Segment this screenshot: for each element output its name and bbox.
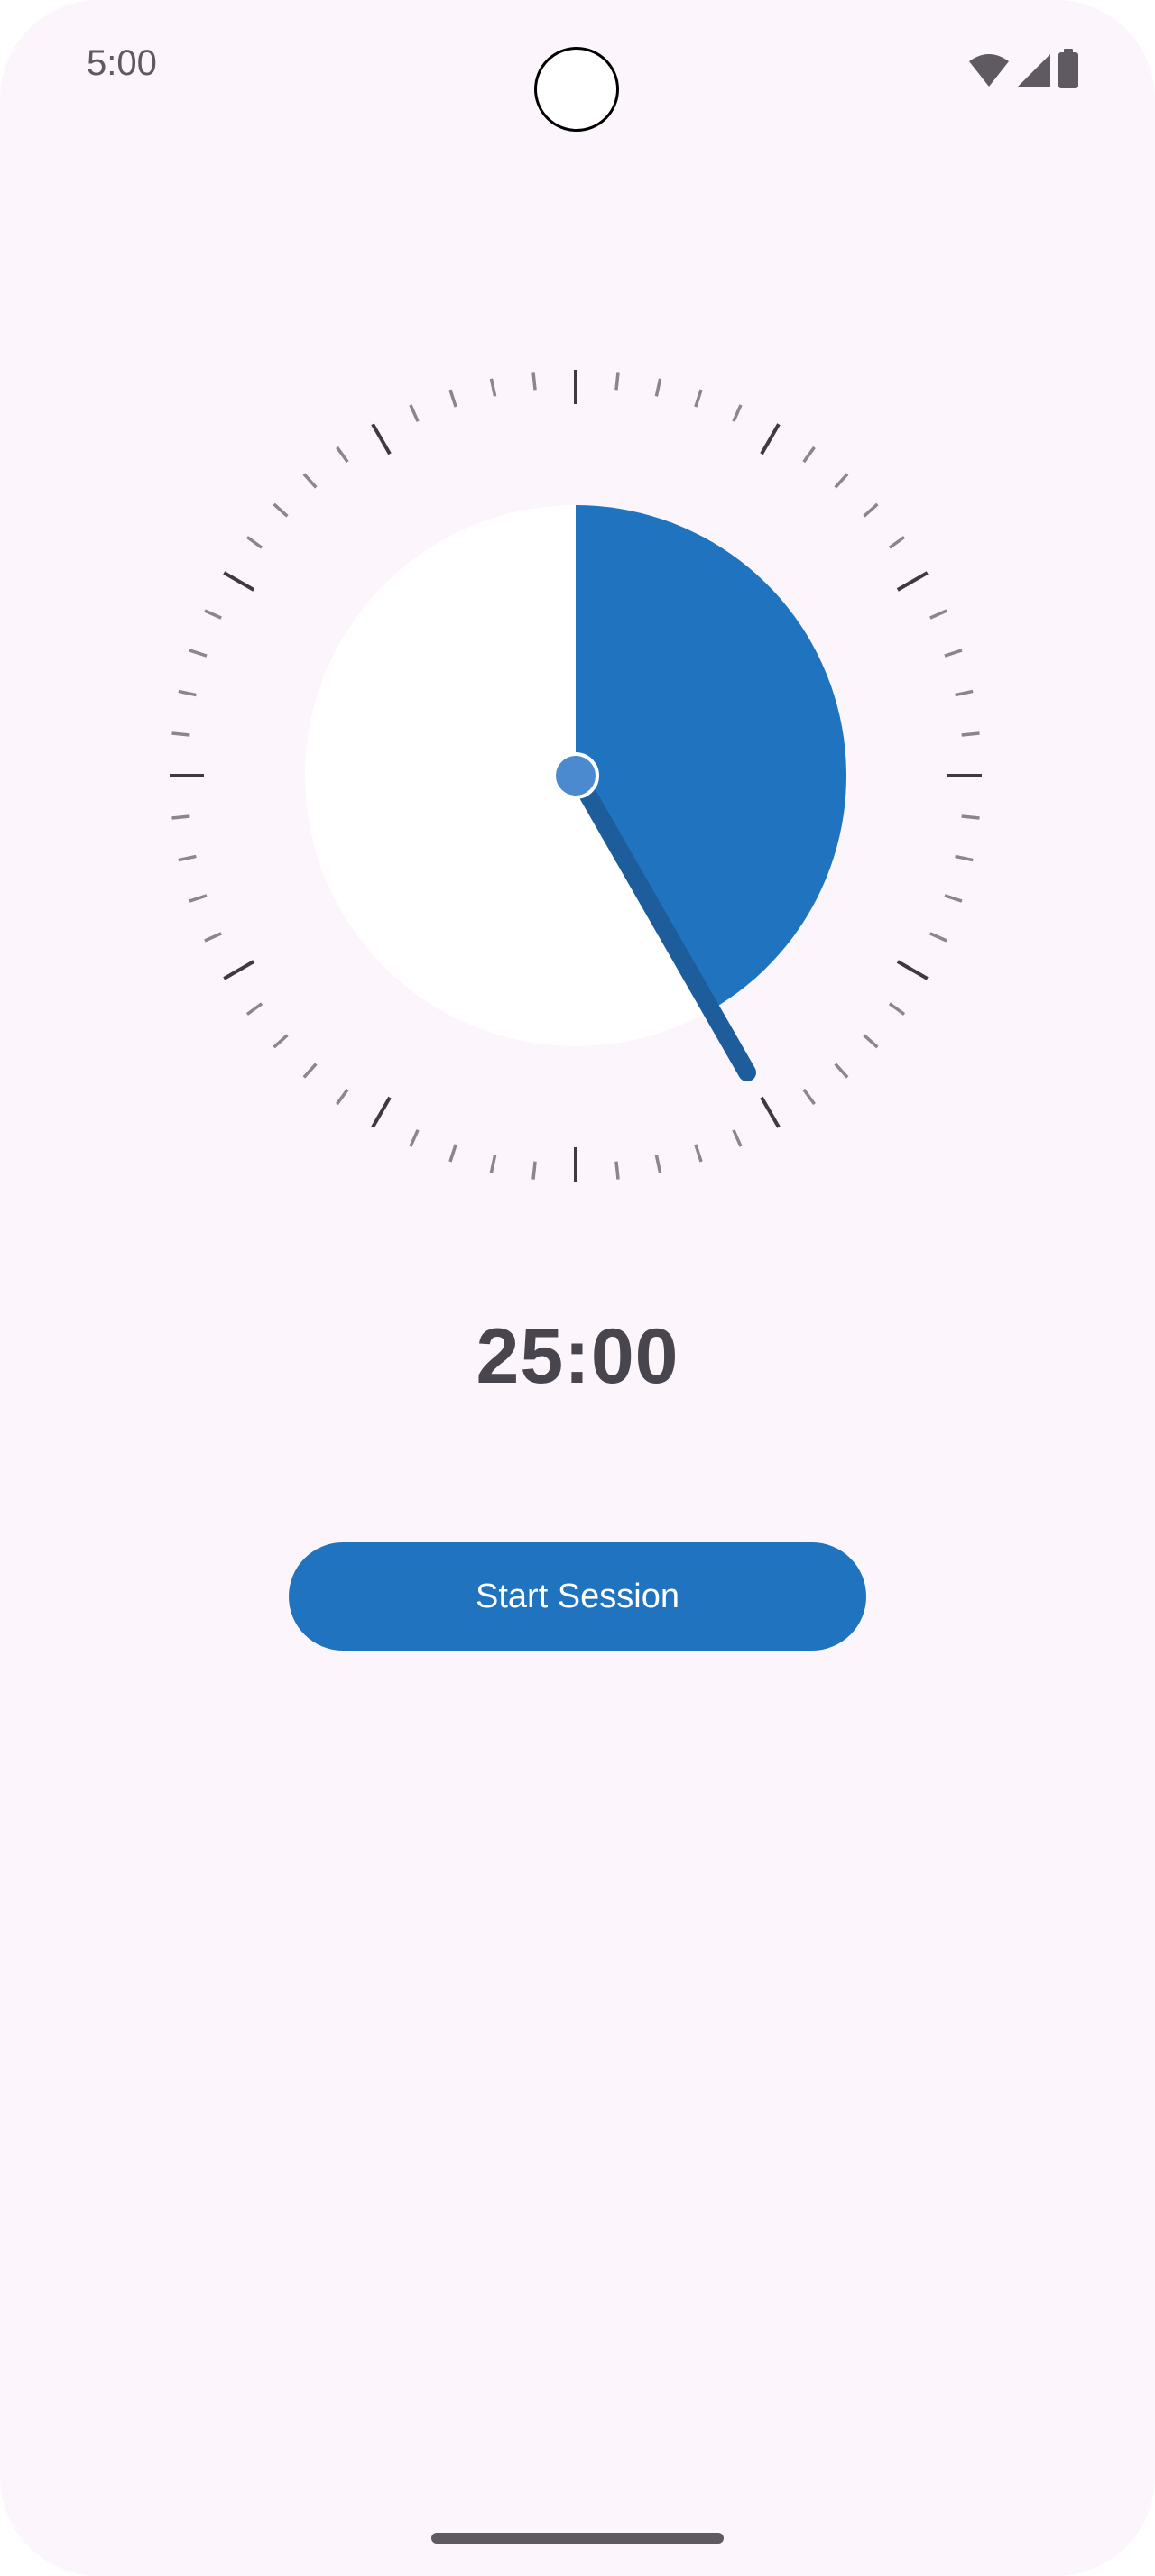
dial-major-tick [223,571,255,592]
dial-minor-tick [955,854,974,862]
dial-minor-tick [732,404,743,422]
dial-minor-tick [654,1155,662,1173]
dial-minor-tick [273,502,289,518]
dial-minor-tick [489,378,497,397]
dial-minor-tick [694,1144,703,1163]
dial-minor-tick [245,1002,263,1016]
dial-minor-tick [531,372,537,391]
dial-minor-tick [489,1155,497,1173]
dial-minor-tick [929,932,947,943]
dial-minor-tick [171,814,190,820]
dial-minor-tick [336,1088,349,1106]
dial-minor-tick [654,378,662,397]
dial-minor-tick [204,932,222,943]
dial-minor-tick [944,894,963,903]
dial-minor-tick [409,404,420,422]
dial-minor-tick [614,1161,620,1180]
dial-minor-tick [955,689,974,697]
dial-minor-tick [273,1034,289,1049]
phone-screen: 5:00 25:00 Start Session [0,0,1155,2576]
dial-minor-tick [961,731,980,737]
dial-minor-tick [178,854,197,862]
dial-major-tick [760,1096,781,1128]
dial-minor-tick [178,689,197,697]
dial-minor-tick [802,1088,816,1106]
dial-major-tick [371,1096,392,1128]
dial-minor-tick [204,609,222,620]
dial-minor-tick [614,372,620,391]
dial-minor-tick [448,389,457,408]
dial-major-tick [223,960,255,980]
dial-minor-tick [834,1063,849,1079]
dial-minor-tick [888,536,906,549]
dial-minor-tick [944,649,963,658]
dial-minor-tick [732,1129,743,1147]
dial-minor-tick [302,1063,318,1079]
home-indicator[interactable] [431,2533,724,2544]
dial-minor-tick [802,446,816,464]
start-session-button[interactable]: Start Session [289,1542,866,1651]
timer-dial[interactable] [0,0,1155,1263]
dial-minor-tick [834,473,849,489]
dial-minor-tick [863,1034,879,1049]
timer-display: 25:00 [476,1313,679,1400]
dial-minor-tick [245,536,263,549]
dial-minor-tick [189,649,208,658]
dial-minor-tick [961,814,980,820]
dial-minor-tick [888,1002,906,1016]
dial-minor-tick [448,1144,457,1163]
dial-major-tick [896,960,929,980]
dial-center-hub [552,752,599,799]
dial-major-tick [371,423,392,455]
dial-minor-tick [189,894,208,903]
dial-major-tick [896,571,929,592]
dial-major-tick [760,423,781,455]
dial-minor-tick [302,473,318,489]
dial-minor-tick [409,1129,420,1147]
dial-minor-tick [694,389,703,408]
dial-minor-tick [929,609,947,620]
dial-minor-tick [336,446,349,464]
dial-minor-tick [171,731,190,737]
dial-minor-tick [531,1161,537,1180]
dial-minor-tick [863,502,879,518]
